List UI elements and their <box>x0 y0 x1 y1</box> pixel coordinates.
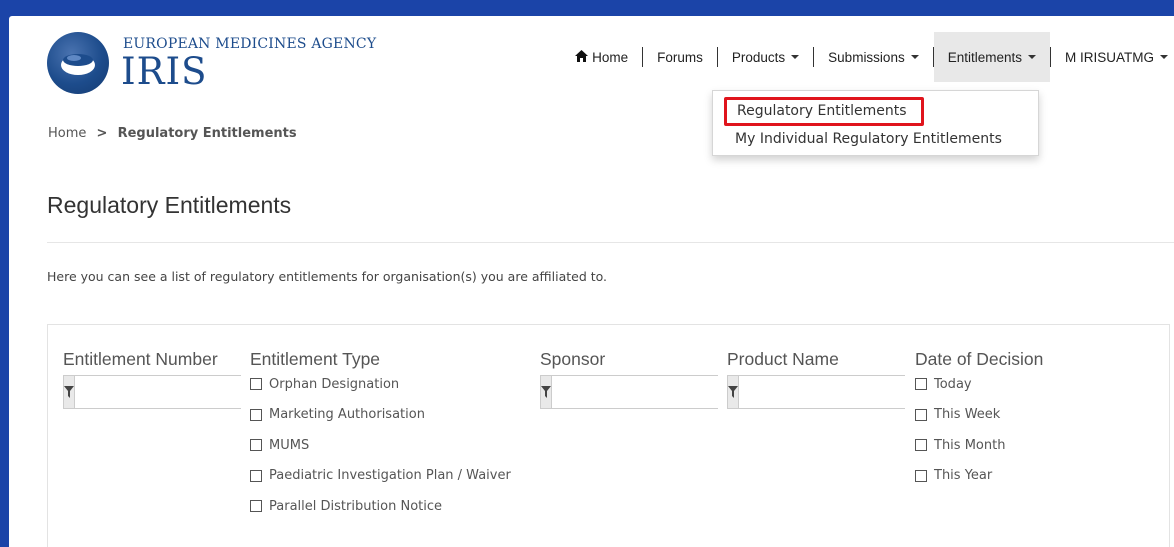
date-of-decision-options: Today This Week This Month This Year <box>915 369 1043 491</box>
app-name: IRIS <box>121 50 208 93</box>
breadcrumb-current: Regulatory Entitlements <box>117 126 297 141</box>
caret-down-icon <box>910 55 919 59</box>
entitlement-number-input[interactable] <box>75 376 263 408</box>
ema-logo-icon <box>47 32 109 94</box>
filter-label: Product Name <box>727 349 839 369</box>
filter-sponsor: Sponsor <box>540 349 740 409</box>
page: EUROPEAN MEDICINES AGENCY IRIS Home Foru… <box>9 16 1174 547</box>
filter-label: Entitlement Number <box>63 349 218 369</box>
nav-home[interactable]: Home <box>561 32 642 82</box>
caret-down-icon <box>1028 55 1036 59</box>
filter-icon[interactable] <box>64 376 75 408</box>
product-name-input[interactable] <box>739 376 927 408</box>
checkbox[interactable] <box>915 469 927 482</box>
main-nav: Home Forums Products Submissions Entitle… <box>561 32 1174 82</box>
nav-products-label: Products <box>731 49 786 65</box>
filter-label: Sponsor <box>540 349 606 369</box>
filter-icon[interactable] <box>728 376 739 408</box>
breadcrumb-separator: > <box>96 126 108 141</box>
nav-entitlements[interactable]: Entitlements <box>933 32 1050 82</box>
entitlement-number-filter-box <box>63 375 263 409</box>
checkbox[interactable] <box>250 408 262 421</box>
filter-icon[interactable] <box>541 376 552 408</box>
checkbox[interactable] <box>250 378 262 391</box>
caret-down-icon <box>791 55 800 59</box>
checkbox-label: This Week <box>934 407 1001 423</box>
checkbox-parallel-distribution[interactable]: Parallel Distribution Notice <box>250 491 511 522</box>
divider <box>47 242 1174 243</box>
checkbox-today[interactable]: Today <box>915 369 1043 400</box>
nav-entitlements-label: Entitlements <box>947 49 1022 65</box>
product-name-filter-box <box>727 375 927 409</box>
checkbox-this-month[interactable]: This Month <box>915 430 1043 461</box>
checkbox-mums[interactable]: MUMS <box>250 430 511 461</box>
checkbox[interactable] <box>250 469 262 482</box>
checkbox-label: Today <box>934 376 972 392</box>
checkbox[interactable] <box>250 500 262 513</box>
checkbox-marketing-authorisation[interactable]: Marketing Authorisation <box>250 400 511 431</box>
checkbox-paediatric-investigation[interactable]: Paediatric Investigation Plan / Waiver <box>250 461 511 492</box>
nav-submissions[interactable]: Submissions <box>814 32 933 82</box>
filter-panel: Entitlement Number Entitlement Type Orph… <box>47 324 1170 547</box>
entitlements-dropdown: Regulatory Entitlements My Individual Re… <box>712 90 1039 156</box>
nav-forums[interactable]: Forums <box>643 32 717 82</box>
breadcrumb: Home > Regulatory Entitlements <box>48 126 297 141</box>
nav-products[interactable]: Products <box>718 32 813 82</box>
filter-label: Entitlement Type <box>250 349 381 369</box>
checkbox[interactable] <box>915 439 927 452</box>
checkbox-this-week[interactable]: This Week <box>915 400 1043 431</box>
home-icon <box>575 49 589 65</box>
filter-date-of-decision: Date of Decision Today This Week This Mo… <box>915 349 1043 491</box>
filter-product-name: Product Name <box>727 349 927 409</box>
checkbox-label: This Year <box>934 468 993 484</box>
checkbox-label: Paediatric Investigation Plan / Waiver <box>269 468 511 484</box>
checkbox-orphan-designation[interactable]: Orphan Designation <box>250 369 511 400</box>
nav-user-label: M IRISUATMG <box>1065 49 1154 65</box>
nav-home-label: Home <box>592 49 629 65</box>
checkbox[interactable] <box>915 378 927 391</box>
menu-item-my-individual-entitlements[interactable]: My Individual Regulatory Entitlements <box>713 126 1038 153</box>
menu-item-regulatory-entitlements[interactable]: Regulatory Entitlements <box>724 97 924 126</box>
nav-forums-label: Forums <box>657 49 703 65</box>
checkbox-this-year[interactable]: This Year <box>915 461 1043 492</box>
checkbox-label: Orphan Designation <box>269 376 400 392</box>
sponsor-filter-box <box>540 375 740 409</box>
nav-submissions-label: Submissions <box>828 49 905 65</box>
entitlement-type-options: Orphan Designation Marketing Authorisati… <box>250 369 511 522</box>
caret-down-icon <box>1160 55 1168 59</box>
checkbox-label: Parallel Distribution Notice <box>269 498 443 514</box>
breadcrumb-home[interactable]: Home <box>48 126 86 141</box>
checkbox-label: Marketing Authorisation <box>269 407 425 423</box>
intro-text: Here you can see a list of regulatory en… <box>47 269 608 284</box>
filter-label: Date of Decision <box>915 349 1044 369</box>
checkbox-label: MUMS <box>269 437 310 453</box>
nav-user-menu[interactable]: M IRISUATMG <box>1051 32 1174 82</box>
checkbox-label: This Month <box>934 437 1006 453</box>
filter-entitlement-type: Entitlement Type Orphan Designation Mark… <box>250 349 511 522</box>
sponsor-input[interactable] <box>552 376 740 408</box>
page-title: Regulatory Entitlements <box>47 192 292 218</box>
filter-entitlement-number: Entitlement Number <box>63 349 263 409</box>
checkbox[interactable] <box>250 439 262 452</box>
ema-iris-logo[interactable]: EUROPEAN MEDICINES AGENCY IRIS <box>47 32 376 102</box>
checkbox[interactable] <box>915 408 927 421</box>
